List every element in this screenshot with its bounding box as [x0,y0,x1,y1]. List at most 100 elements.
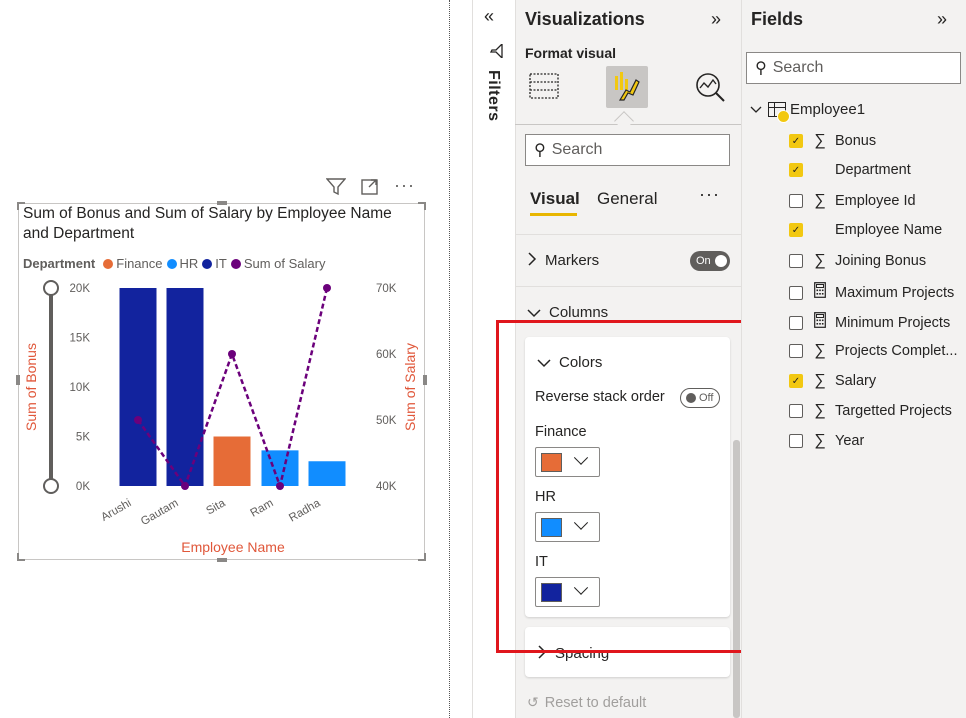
bar-arushi [119,288,157,486]
y2-axis-title: Sum of Salary [402,343,418,431]
field-item[interactable]: Minimum Projects [789,312,950,333]
tab-general[interactable]: General [597,189,657,209]
field-item[interactable]: ∑ Year [789,432,864,450]
field-checkbox[interactable] [789,404,803,418]
markers-section[interactable]: Markers [527,252,599,269]
build-visual-icon[interactable] [528,70,560,102]
y-axis-tick-label: 0K [76,481,90,493]
bar-sita [213,436,251,486]
field-name: Maximum Projects [835,284,955,301]
markers-toggle[interactable]: On [690,251,730,271]
bar-gautam [166,288,204,486]
field-item[interactable]: ∑ Projects Complet... [789,342,958,360]
line-point [181,482,189,490]
search-placeholder: Search [551,141,603,158]
field-item[interactable]: Maximum Projects [789,282,954,303]
x-axis-tick-label: Ram [248,497,275,520]
more-options-icon[interactable]: ··· [699,184,720,205]
section-divider [515,286,741,287]
reset-label: Reset to default [544,694,647,711]
x-axis-tick-label: Arushi [99,497,133,524]
y-axis-tick-label: 15K [70,333,91,345]
line-point [276,482,284,490]
field-name: Employee Name [835,222,943,238]
field-name: Minimum Projects [835,314,951,331]
x-axis-title: Employee Name [181,539,285,555]
format-visual-label: Format visual [525,45,617,61]
collapse-fields-icon[interactable]: » [937,9,947,30]
table-employee1[interactable]: Employee1 [750,101,866,123]
field-checkbox[interactable]: ✓ [789,374,803,388]
analytics-icon[interactable] [693,70,727,104]
field-item[interactable]: ✓ Employee Name [789,222,942,238]
field-name: Salary [835,373,877,389]
line-point [134,416,142,424]
sigma-icon: ∑ [814,132,826,149]
fields-search-input[interactable]: ⚲ Search [746,52,961,84]
chevron-down-icon [750,103,762,117]
calculator-icon [813,282,827,303]
bar-ram [261,450,299,486]
field-name: Employee Id [835,193,916,209]
x-axis-tick-label: Radha [287,497,323,525]
fields-title: Fields [751,9,804,29]
search-placeholder: Search [772,59,824,76]
line-point [323,284,331,292]
zoom-slider-handle-top [43,280,59,296]
tab-visual[interactable]: Visual [530,189,580,209]
sigma-icon: ∑ [814,372,826,389]
y-axis-tick-label: 10K [70,382,91,394]
y-axis-tick-label: 20K [70,283,91,295]
field-item[interactable]: ✓ Department [789,162,911,178]
y2-axis-tick-label: 60K [376,349,397,361]
reset-icon: ↺ [527,694,539,710]
y2-axis-tick-label: 50K [376,415,397,427]
chevron-down-icon [527,305,541,321]
expand-filters-icon[interactable]: « [484,6,494,27]
chart-plot: 0K 5K 10K 15K 20K 40K 50K 60K 70K Arushi Gautam Sit… [23,280,418,555]
field-name: Year [835,433,865,449]
field-item[interactable]: ✓ ∑ Salary [789,372,876,390]
chevron-right-icon [527,252,537,269]
field-item[interactable]: ✓ ∑ Bonus [789,132,876,150]
field-checkbox[interactable] [789,434,803,448]
field-item[interactable]: ∑ Joining Bonus [789,252,926,270]
columns-section[interactable]: Columns [527,304,608,321]
y2-axis-tick-label: 40K [376,481,397,493]
field-checkbox[interactable] [789,315,803,330]
calculator-icon [813,312,827,333]
reset-to-default-button[interactable]: ↺ Reset to default [527,694,646,711]
y-axis-tick-label: 5K [76,432,90,444]
search-icon: ⚲ [534,142,546,159]
y-axis-title: Sum of Bonus [23,343,39,431]
x-axis-tick-label: Sita [204,497,228,518]
field-checkbox[interactable] [789,285,803,300]
toggle-state-label: On [696,255,711,267]
columns-label: Columns [549,304,609,321]
sigma-icon: ∑ [814,432,826,449]
filter-funnel-icon [488,42,504,61]
field-checkbox[interactable]: ✓ [789,134,803,148]
y2-axis-tick-label: 70K [376,283,397,295]
line-point [228,350,236,358]
field-checkbox[interactable] [789,254,803,268]
field-checkbox[interactable] [789,194,803,208]
field-item[interactable]: ∑ Employee Id [789,192,916,210]
search-icon: ⚲ [755,60,767,77]
field-name: Projects Complet... [835,343,958,359]
sigma-icon: ∑ [814,192,826,209]
field-name: Department [835,162,911,178]
field-item[interactable]: ∑ Targetted Projects [789,402,952,420]
collapse-visualizations-icon[interactable]: » [711,9,721,30]
toggle-knob [714,255,727,267]
format-visual-icon[interactable] [606,66,648,108]
table-name: Employee1 [790,101,866,118]
tabs-divider [515,234,741,235]
filters-label[interactable]: Filters [484,70,502,122]
table-icon [768,102,790,123]
format-search-input[interactable]: ⚲ Search [525,134,730,166]
field-checkbox[interactable]: ✓ [789,163,803,177]
markers-label: Markers [545,252,600,269]
field-checkbox[interactable] [789,344,803,358]
field-checkbox[interactable]: ✓ [789,223,803,237]
